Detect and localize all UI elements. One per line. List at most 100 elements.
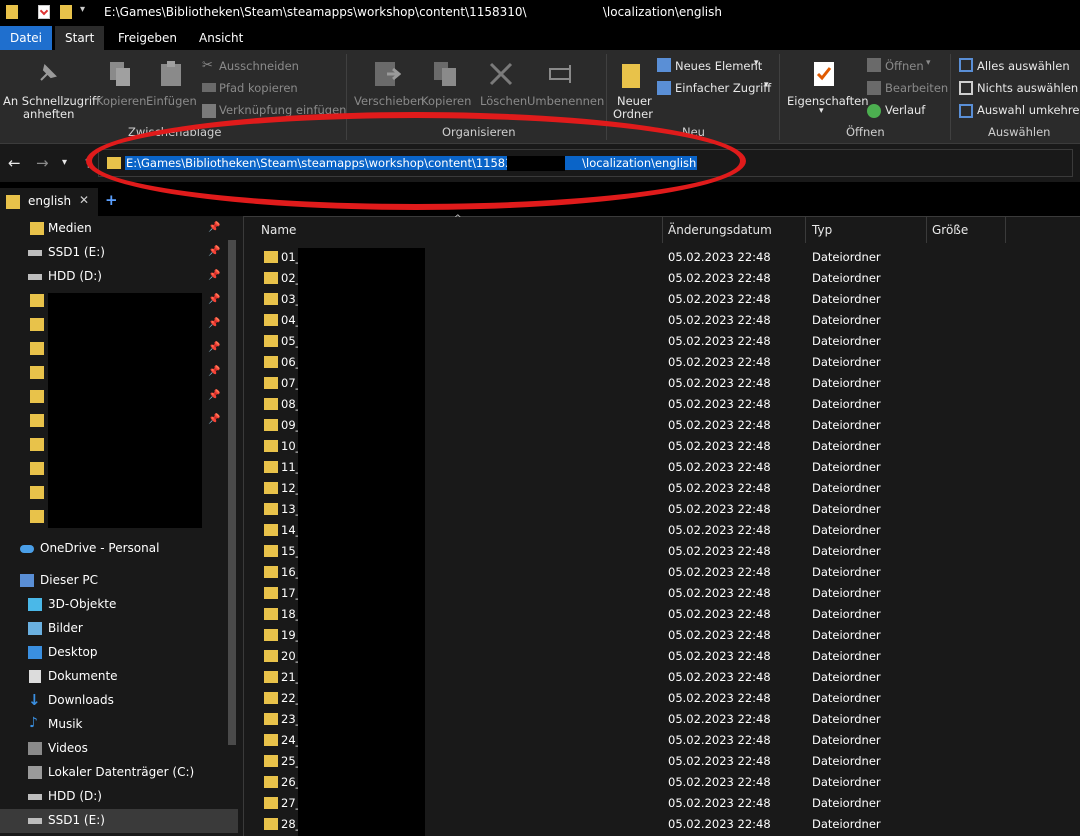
folder-icon [264, 755, 278, 767]
nav-item-videos[interactable]: Videos [0, 737, 238, 761]
file-type: Dateiordner [812, 313, 881, 327]
nav-item-label: Desktop [48, 645, 98, 659]
nav-item-label: Musik [48, 717, 83, 731]
nav-item-pictures[interactable]: Bilder [0, 617, 238, 641]
nav-item-documents[interactable]: Dokumente [0, 665, 238, 689]
folder-icon [264, 398, 278, 410]
rename-icon [548, 60, 576, 88]
folder-icon [264, 314, 278, 326]
file-date: 05.02.2023 22:48 [668, 460, 771, 474]
file-type: Dateiordner [812, 565, 881, 579]
nav-item-desktop[interactable]: Desktop [0, 641, 238, 665]
pin-icon[interactable]: 📌 [208, 318, 220, 329]
nav-item-local-disk-c[interactable]: Lokaler Datenträger (C:) [0, 761, 238, 785]
pin-icon[interactable]: 📌 [208, 294, 220, 305]
tab-freigeben[interactable]: Freigeben [108, 26, 187, 50]
forward-arrow-icon[interactable]: → [36, 154, 49, 172]
column-header-type[interactable]: Typ [812, 223, 832, 237]
column-separator[interactable] [662, 217, 663, 243]
file-type: Dateiordner [812, 754, 881, 768]
folder-icon [264, 524, 278, 536]
folder-icon [264, 440, 278, 452]
file-date: 05.02.2023 22:48 [668, 334, 771, 348]
add-tab-icon[interactable]: + [105, 191, 118, 209]
pin-icon[interactable]: 📌 [208, 342, 220, 353]
nav-item-hdd-d[interactable]: HDD (D:) [0, 785, 238, 809]
paste-icon [157, 60, 185, 88]
file-type: Dateiordner [812, 355, 881, 369]
pin-label-2: anheften [23, 107, 75, 121]
drive-icon [28, 250, 42, 256]
folder-icon [30, 366, 44, 379]
new-item-label: Neues Element [675, 59, 763, 73]
column-header-date[interactable]: Änderungsdatum [668, 223, 772, 237]
nav-item-ssd1-e[interactable]: SSD1 (E:) [0, 809, 238, 833]
column-header-name[interactable]: Name [261, 223, 296, 237]
nav-item-this-pc[interactable]: Dieser PC [0, 569, 238, 593]
file-date: 05.02.2023 22:48 [668, 271, 771, 285]
file-type: Dateiordner [812, 271, 881, 285]
nav-item-medien[interactable]: Medien 📌 [0, 217, 238, 241]
pin-icon[interactable]: 📌 [208, 270, 220, 281]
tab-start[interactable]: Start [55, 26, 105, 50]
file-date: 05.02.2023 22:48 [668, 796, 771, 810]
nav-item-label: Bilder [48, 621, 83, 635]
nav-item-music[interactable]: ♪ Musik [0, 713, 238, 737]
folder-icon [6, 195, 20, 209]
back-arrow-icon[interactable]: ← [8, 154, 21, 172]
file-date: 05.02.2023 22:48 [668, 439, 771, 453]
paste-label: Einfügen [146, 94, 197, 108]
file-date: 05.02.2023 22:48 [668, 523, 771, 537]
file-type: Dateiordner [812, 586, 881, 600]
nav-item-hdd[interactable]: HDD (D:) 📌 [0, 265, 238, 289]
properties-icon [810, 60, 838, 88]
nav-item-3d-objects[interactable]: 3D-Objekte [0, 593, 238, 617]
file-date: 05.02.2023 22:48 [668, 607, 771, 621]
file-type: Dateiordner [812, 397, 881, 411]
column-separator[interactable] [805, 217, 806, 243]
file-date: 05.02.2023 22:48 [668, 355, 771, 369]
cut-label: Ausschneiden [219, 59, 299, 73]
nav-item-label: Dieser PC [40, 573, 98, 587]
copy-path-label: Pfad kopieren [219, 81, 298, 95]
chevron-down-icon: ▾ [819, 106, 824, 116]
tab-datei[interactable]: Datei [0, 26, 53, 50]
file-type: Dateiordner [812, 250, 881, 264]
close-icon[interactable]: ✕ [79, 193, 89, 207]
invert-selection-label: Auswahl umkehren [977, 103, 1080, 117]
nav-scrollbar[interactable] [228, 240, 236, 745]
nav-item-downloads[interactable]: ↓ Downloads [0, 689, 238, 713]
properties-qa-icon[interactable] [38, 5, 50, 19]
folder-icon [30, 390, 44, 403]
pin-icon[interactable]: 📌 [208, 414, 220, 425]
nav-item-label: Videos [48, 741, 88, 755]
pin-icon[interactable]: 📌 [208, 222, 220, 233]
nav-item-label: 3D-Objekte [48, 597, 117, 611]
folder-icon [264, 776, 278, 788]
drive-icon [28, 818, 42, 824]
file-date: 05.02.2023 22:48 [668, 649, 771, 663]
folder-icon [264, 545, 278, 557]
pin-icon[interactable]: 📌 [208, 366, 220, 377]
column-header-size[interactable]: Größe [932, 223, 968, 237]
pin-icon[interactable]: 📌 [208, 246, 220, 257]
tab-ansicht[interactable]: Ansicht [189, 26, 253, 50]
file-type: Dateiordner [812, 817, 881, 831]
column-separator[interactable] [1005, 217, 1006, 243]
pin-icon[interactable]: 📌 [208, 390, 220, 401]
folder-icon [264, 419, 278, 431]
file-type: Dateiordner [812, 292, 881, 306]
new-folder-qa-icon[interactable] [60, 5, 72, 19]
folder-icon [264, 818, 278, 830]
folder-icon [264, 251, 278, 263]
chevron-down-icon[interactable]: ▾ [62, 157, 67, 168]
nav-item-onedrive[interactable]: OneDrive - Personal [0, 537, 238, 561]
tab-english[interactable]: english ✕ [0, 188, 98, 216]
sort-caret-icon: ^ [454, 214, 462, 224]
file-type: Dateiordner [812, 628, 881, 642]
qa-dropdown-icon[interactable]: ▾ [80, 4, 85, 15]
ribbon-tab-bar: Datei Start Freigeben Ansicht [0, 26, 1080, 50]
nav-item-ssd1[interactable]: SSD1 (E:) 📌 [0, 241, 238, 265]
column-separator[interactable] [926, 217, 927, 243]
file-date: 05.02.2023 22:48 [668, 502, 771, 516]
